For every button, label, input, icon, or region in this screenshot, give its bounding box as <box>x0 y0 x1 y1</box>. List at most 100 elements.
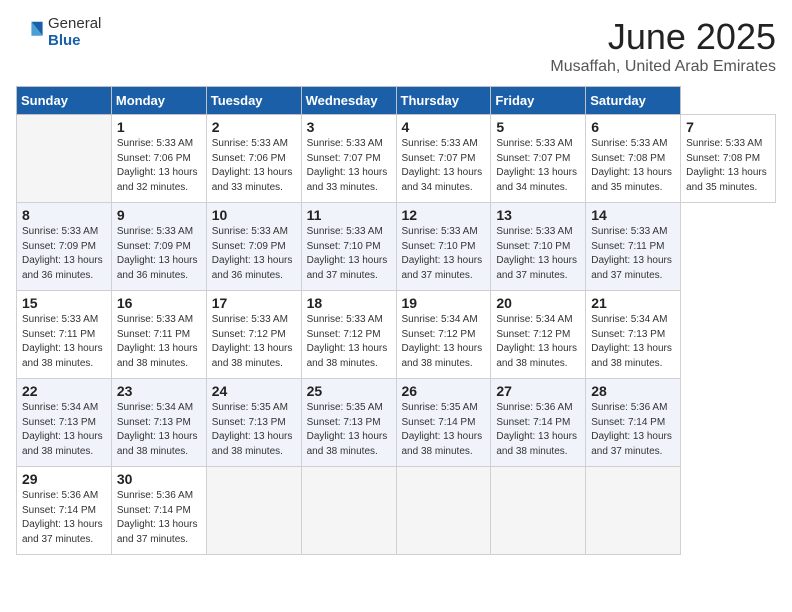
day-number: 27 <box>496 383 580 399</box>
title-area: June 2025 Musaffah, United Arab Emirates <box>550 16 776 76</box>
day-number: 14 <box>591 207 675 223</box>
day-info: Sunrise: 5:33 AMSunset: 7:09 PMDaylight:… <box>212 226 293 281</box>
day-number: 9 <box>117 207 201 223</box>
day-number: 8 <box>22 207 106 223</box>
day-number: 3 <box>307 119 391 135</box>
calendar-body: 1 Sunrise: 5:33 AMSunset: 7:06 PMDayligh… <box>17 115 776 555</box>
calendar-cell: 20 Sunrise: 5:34 AMSunset: 7:12 PMDaylig… <box>491 291 586 379</box>
calendar-cell: 24 Sunrise: 5:35 AMSunset: 7:13 PMDaylig… <box>206 379 301 467</box>
day-number: 22 <box>22 383 106 399</box>
calendar-header-row: SundayMondayTuesdayWednesdayThursdayFrid… <box>17 87 776 115</box>
calendar-week-5: 29 Sunrise: 5:36 AMSunset: 7:14 PMDaylig… <box>17 467 776 555</box>
calendar-cell: 11 Sunrise: 5:33 AMSunset: 7:10 PMDaylig… <box>301 203 396 291</box>
calendar-cell: 28 Sunrise: 5:36 AMSunset: 7:14 PMDaylig… <box>586 379 681 467</box>
day-number: 23 <box>117 383 201 399</box>
calendar-cell <box>17 115 112 203</box>
day-info: Sunrise: 5:33 AMSunset: 7:10 PMDaylight:… <box>307 226 388 281</box>
day-number: 5 <box>496 119 580 135</box>
calendar-cell: 6 Sunrise: 5:33 AMSunset: 7:08 PMDayligh… <box>586 115 681 203</box>
day-info: Sunrise: 5:33 AMSunset: 7:12 PMDaylight:… <box>212 314 293 369</box>
day-info: Sunrise: 5:33 AMSunset: 7:07 PMDaylight:… <box>496 138 577 193</box>
day-info: Sunrise: 5:33 AMSunset: 7:10 PMDaylight:… <box>496 226 577 281</box>
day-info: Sunrise: 5:33 AMSunset: 7:07 PMDaylight:… <box>307 138 388 193</box>
calendar-cell: 14 Sunrise: 5:33 AMSunset: 7:11 PMDaylig… <box>586 203 681 291</box>
day-info: Sunrise: 5:33 AMSunset: 7:11 PMDaylight:… <box>591 226 672 281</box>
day-number: 10 <box>212 207 296 223</box>
calendar-cell: 9 Sunrise: 5:33 AMSunset: 7:09 PMDayligh… <box>111 203 206 291</box>
calendar-cell: 26 Sunrise: 5:35 AMSunset: 7:14 PMDaylig… <box>396 379 491 467</box>
calendar-cell: 7 Sunrise: 5:33 AMSunset: 7:08 PMDayligh… <box>681 115 776 203</box>
day-info: Sunrise: 5:33 AMSunset: 7:10 PMDaylight:… <box>402 226 483 281</box>
logo-text: General Blue <box>48 16 101 49</box>
day-number: 28 <box>591 383 675 399</box>
day-number: 7 <box>686 119 770 135</box>
col-header-sunday: Sunday <box>17 87 112 115</box>
calendar-cell: 27 Sunrise: 5:36 AMSunset: 7:14 PMDaylig… <box>491 379 586 467</box>
day-info: Sunrise: 5:34 AMSunset: 7:13 PMDaylight:… <box>117 402 198 457</box>
col-header-tuesday: Tuesday <box>206 87 301 115</box>
calendar-cell: 18 Sunrise: 5:33 AMSunset: 7:12 PMDaylig… <box>301 291 396 379</box>
logo: General Blue <box>16 16 101 49</box>
day-number: 13 <box>496 207 580 223</box>
col-header-saturday: Saturday <box>586 87 681 115</box>
calendar-cell: 30 Sunrise: 5:36 AMSunset: 7:14 PMDaylig… <box>111 467 206 555</box>
day-info: Sunrise: 5:35 AMSunset: 7:14 PMDaylight:… <box>402 402 483 457</box>
col-header-thursday: Thursday <box>396 87 491 115</box>
day-info: Sunrise: 5:36 AMSunset: 7:14 PMDaylight:… <box>22 490 103 545</box>
day-number: 20 <box>496 295 580 311</box>
day-info: Sunrise: 5:36 AMSunset: 7:14 PMDaylight:… <box>117 490 198 545</box>
day-number: 18 <box>307 295 391 311</box>
day-number: 26 <box>402 383 486 399</box>
logo-blue: Blue <box>48 33 101 50</box>
calendar-cell: 16 Sunrise: 5:33 AMSunset: 7:11 PMDaylig… <box>111 291 206 379</box>
day-info: Sunrise: 5:33 AMSunset: 7:08 PMDaylight:… <box>591 138 672 193</box>
calendar-table: SundayMondayTuesdayWednesdayThursdayFrid… <box>16 86 776 555</box>
day-number: 11 <box>307 207 391 223</box>
calendar-week-1: 1 Sunrise: 5:33 AMSunset: 7:06 PMDayligh… <box>17 115 776 203</box>
day-number: 25 <box>307 383 391 399</box>
calendar-cell <box>206 467 301 555</box>
day-info: Sunrise: 5:34 AMSunset: 7:13 PMDaylight:… <box>591 314 672 369</box>
day-info: Sunrise: 5:35 AMSunset: 7:13 PMDaylight:… <box>212 402 293 457</box>
calendar-cell: 10 Sunrise: 5:33 AMSunset: 7:09 PMDaylig… <box>206 203 301 291</box>
day-number: 30 <box>117 471 201 487</box>
calendar-cell <box>396 467 491 555</box>
calendar-cell: 29 Sunrise: 5:36 AMSunset: 7:14 PMDaylig… <box>17 467 112 555</box>
calendar-cell: 22 Sunrise: 5:34 AMSunset: 7:13 PMDaylig… <box>17 379 112 467</box>
day-info: Sunrise: 5:33 AMSunset: 7:09 PMDaylight:… <box>22 226 103 281</box>
calendar-cell: 5 Sunrise: 5:33 AMSunset: 7:07 PMDayligh… <box>491 115 586 203</box>
day-info: Sunrise: 5:35 AMSunset: 7:13 PMDaylight:… <box>307 402 388 457</box>
day-info: Sunrise: 5:34 AMSunset: 7:13 PMDaylight:… <box>22 402 103 457</box>
calendar-week-2: 8 Sunrise: 5:33 AMSunset: 7:09 PMDayligh… <box>17 203 776 291</box>
day-info: Sunrise: 5:36 AMSunset: 7:14 PMDaylight:… <box>591 402 672 457</box>
calendar-cell: 21 Sunrise: 5:34 AMSunset: 7:13 PMDaylig… <box>586 291 681 379</box>
day-info: Sunrise: 5:33 AMSunset: 7:11 PMDaylight:… <box>22 314 103 369</box>
day-number: 16 <box>117 295 201 311</box>
calendar-cell <box>586 467 681 555</box>
col-header-wednesday: Wednesday <box>301 87 396 115</box>
day-number: 29 <box>22 471 106 487</box>
day-number: 2 <box>212 119 296 135</box>
day-info: Sunrise: 5:33 AMSunset: 7:06 PMDaylight:… <box>117 138 198 193</box>
day-number: 1 <box>117 119 201 135</box>
day-info: Sunrise: 5:33 AMSunset: 7:09 PMDaylight:… <box>117 226 198 281</box>
calendar-cell: 23 Sunrise: 5:34 AMSunset: 7:13 PMDaylig… <box>111 379 206 467</box>
calendar-cell: 2 Sunrise: 5:33 AMSunset: 7:06 PMDayligh… <box>206 115 301 203</box>
day-info: Sunrise: 5:33 AMSunset: 7:12 PMDaylight:… <box>307 314 388 369</box>
day-info: Sunrise: 5:33 AMSunset: 7:06 PMDaylight:… <box>212 138 293 193</box>
location-title: Musaffah, United Arab Emirates <box>550 58 776 76</box>
day-info: Sunrise: 5:33 AMSunset: 7:08 PMDaylight:… <box>686 138 767 193</box>
calendar-cell: 25 Sunrise: 5:35 AMSunset: 7:13 PMDaylig… <box>301 379 396 467</box>
page-header: General Blue June 2025 Musaffah, United … <box>16 16 776 76</box>
calendar-cell: 17 Sunrise: 5:33 AMSunset: 7:12 PMDaylig… <box>206 291 301 379</box>
day-info: Sunrise: 5:33 AMSunset: 7:11 PMDaylight:… <box>117 314 198 369</box>
col-header-monday: Monday <box>111 87 206 115</box>
calendar-cell: 13 Sunrise: 5:33 AMSunset: 7:10 PMDaylig… <box>491 203 586 291</box>
logo-icon <box>16 19 44 47</box>
calendar-cell: 1 Sunrise: 5:33 AMSunset: 7:06 PMDayligh… <box>111 115 206 203</box>
calendar-week-3: 15 Sunrise: 5:33 AMSunset: 7:11 PMDaylig… <box>17 291 776 379</box>
day-info: Sunrise: 5:36 AMSunset: 7:14 PMDaylight:… <box>496 402 577 457</box>
day-number: 12 <box>402 207 486 223</box>
day-number: 19 <box>402 295 486 311</box>
calendar-cell: 12 Sunrise: 5:33 AMSunset: 7:10 PMDaylig… <box>396 203 491 291</box>
